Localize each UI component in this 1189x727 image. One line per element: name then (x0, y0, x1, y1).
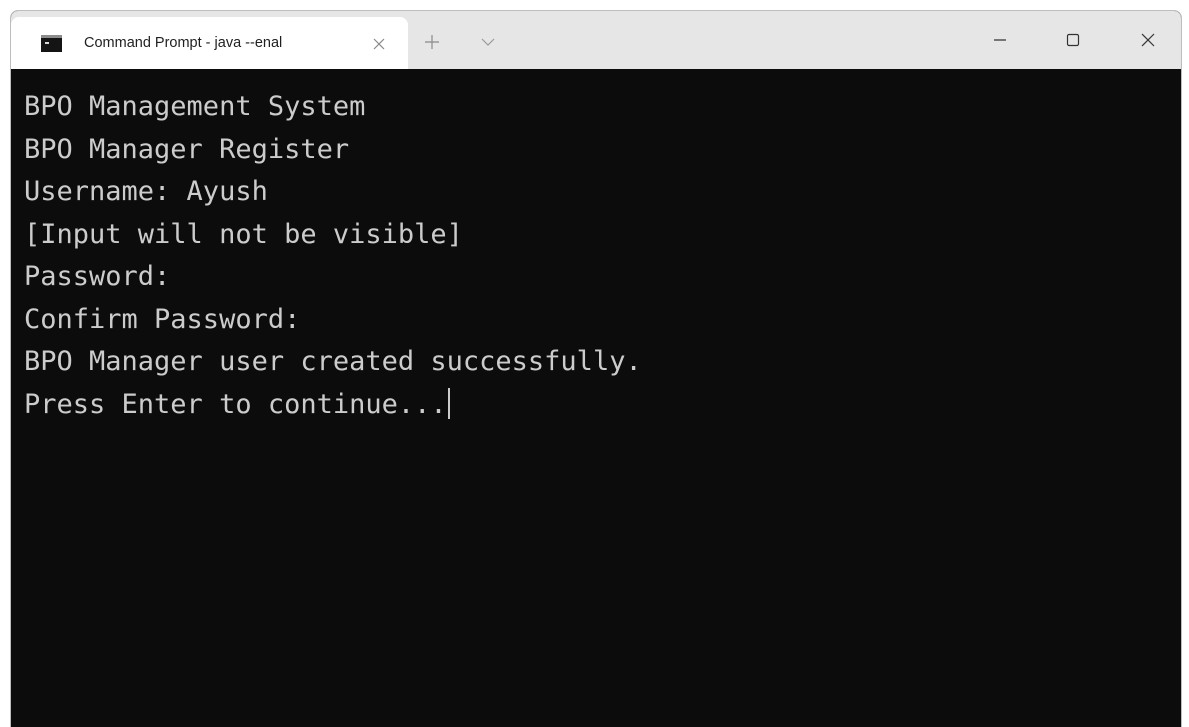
close-icon (373, 38, 385, 50)
close-window-button[interactable] (1119, 17, 1177, 63)
console-prompt-text: Press Enter to continue... (24, 388, 447, 420)
tab-close-button[interactable] (366, 31, 392, 57)
close-icon (1141, 33, 1155, 47)
console-line: [Input will not be visible] (24, 218, 463, 250)
tab-dropdown-button[interactable] (475, 29, 501, 55)
console-line: BPO Manager user created successfully. (24, 346, 642, 377)
minimize-icon (994, 39, 1006, 41)
text-cursor (447, 387, 450, 419)
maximize-button[interactable] (1044, 17, 1102, 63)
screenshot-frame: Command Prompt - java --enal BPO Managem… (0, 0, 1189, 727)
new-tab-button[interactable] (419, 29, 445, 55)
tab-command-prompt[interactable]: Command Prompt - java --enal (11, 17, 408, 69)
minimize-button[interactable] (971, 17, 1029, 63)
console-prompt-line: Press Enter to continue... (24, 384, 1181, 427)
tab-title: Command Prompt - java --enal (84, 35, 283, 51)
terminal-window: Command Prompt - java --enal BPO Managem… (10, 10, 1182, 727)
console-line: BPO Management System (24, 91, 366, 122)
console-line: Username: Ayush (24, 176, 268, 207)
console-output[interactable]: BPO Management System BPO Manager Regist… (11, 69, 1181, 727)
plus-icon (425, 35, 439, 49)
console-line: Password: (24, 261, 171, 292)
chevron-down-icon (481, 38, 495, 46)
console-line: BPO Manager Register (24, 133, 350, 165)
title-bar[interactable]: Command Prompt - java --enal (11, 11, 1181, 69)
console-line: Confirm Password: (24, 303, 301, 335)
maximize-icon (1066, 33, 1080, 47)
terminal-icon (41, 34, 62, 52)
